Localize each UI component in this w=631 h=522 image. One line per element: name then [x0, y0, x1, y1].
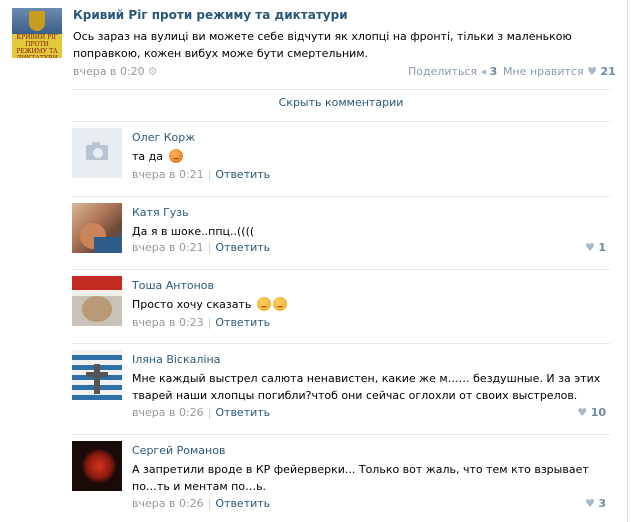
comment-meta: вчера в 0:26 | Ответить	[132, 497, 271, 510]
commenter-avatar[interactable]	[72, 441, 122, 491]
post-author[interactable]: Кривий Ріг проти режиму та диктатури	[73, 8, 348, 22]
camera-placeholder-avatar[interactable]	[72, 128, 122, 178]
post-text: Ось зараз на вулиці ви можете себе відчу…	[73, 30, 572, 60]
post-divider	[72, 89, 610, 90]
comment-divider	[72, 196, 610, 197]
reply-link[interactable]: Ответить	[215, 497, 270, 510]
comment-time[interactable]: вчера в 0:26	[132, 406, 204, 419]
coat-of-arms-icon	[29, 11, 45, 31]
comment-divider	[72, 343, 610, 344]
comment-author[interactable]: Олег Корж	[132, 131, 195, 144]
angry-emoji-icon	[168, 149, 183, 163]
post-meta: вчера в 0:20 ⚙	[73, 65, 158, 78]
cat-face-icon	[82, 296, 112, 322]
child-photo-cap	[94, 237, 122, 253]
avatar-text: КРИВИЙ РІГ ПРОТИ РЕЖИМУ ТА ДИКТАТУРИ	[16, 34, 58, 58]
cross-bar	[86, 372, 108, 377]
commenter-avatar[interactable]	[72, 350, 122, 400]
comment-time[interactable]: вчера в 0:21	[132, 241, 204, 254]
comment-like-button[interactable]: ♥ 10	[577, 406, 606, 419]
comment-like-count: 1	[598, 241, 606, 254]
comment-meta: вчера в 0:21 | Ответить	[132, 168, 271, 181]
like-label: Мне нравится	[503, 65, 584, 78]
reply-link[interactable]: Ответить	[215, 316, 270, 329]
reply-link[interactable]: Ответить	[215, 241, 270, 254]
heart-icon: ♥	[584, 241, 595, 254]
comment-like-button[interactable]: ♥ 1	[585, 241, 606, 254]
commenter-avatar[interactable]	[72, 203, 122, 253]
comment-meta: вчера в 0:23 | Ответить	[132, 316, 271, 329]
camera-lens	[92, 147, 104, 159]
comment-text: та да	[132, 148, 607, 165]
group-avatar[interactable]: КРИВИЙ РІГ ПРОТИ РЕЖИМУ ТА ДИКТАТУРИ	[12, 8, 62, 58]
comment-divider	[72, 434, 610, 435]
red-guitar-icon	[82, 449, 116, 483]
comment-time[interactable]: вчера в 0:23	[132, 316, 204, 329]
like-button[interactable]: Мне нравится ♥ 21	[503, 65, 616, 78]
hide-comments-link[interactable]: Скрыть комментарии	[72, 96, 610, 109]
share-button[interactable]: Поделиться ◂ 3	[408, 65, 497, 78]
share-count: 3	[489, 65, 498, 78]
post-time[interactable]: вчера в 0:20	[73, 65, 145, 78]
sad-emoji-icon	[272, 297, 287, 311]
comment-time[interactable]: вчера в 0:26	[132, 497, 204, 510]
comment-meta: вчера в 0:26 | Ответить	[132, 406, 271, 419]
commenter-avatar[interactable]	[72, 276, 122, 326]
comment-text-body: та да	[132, 150, 163, 163]
sad-emoji-icon	[256, 297, 271, 311]
comment-text: Да я в шоке..ппц..((((	[132, 225, 255, 238]
cross-necklace-icon	[94, 364, 100, 394]
comment-time[interactable]: вчера в 0:21	[132, 168, 204, 181]
share-label: Поделиться	[408, 65, 478, 78]
comment-author[interactable]: Тоша Антонов	[132, 279, 214, 292]
comment-divider	[72, 121, 610, 122]
comment-author[interactable]: Катя Гузь	[132, 206, 189, 219]
comment-author[interactable]: Іляна Віскаліна	[132, 353, 220, 366]
comment-text: А запретили вроде в КР фейерверки... Тол…	[132, 463, 589, 493]
reply-link[interactable]: Ответить	[215, 406, 270, 419]
megaphone-icon: ◂	[480, 65, 487, 78]
comment-author[interactable]: Сергей Романов	[132, 444, 225, 457]
comment-like-button[interactable]: ♥ 3	[585, 497, 606, 510]
comment-meta: вчера в 0:21 | Ответить	[132, 241, 271, 254]
comment-like-count: 3	[598, 497, 606, 510]
reply-link[interactable]: Ответить	[215, 168, 270, 181]
like-count: 21	[600, 65, 616, 78]
gear-icon[interactable]: ⚙	[148, 65, 158, 78]
heart-icon: ♥	[584, 497, 595, 510]
heart-icon: ♥	[587, 65, 597, 78]
comment-text: Мне каждый выстрел салюта ненавистен, ка…	[132, 372, 601, 402]
comment-text: Просто хочу сказать	[132, 296, 607, 313]
comment-text-body: Просто хочу сказать	[132, 298, 252, 311]
heart-icon: ♥	[577, 406, 588, 419]
comment-like-count: 10	[590, 406, 606, 419]
comment-divider	[72, 269, 610, 270]
